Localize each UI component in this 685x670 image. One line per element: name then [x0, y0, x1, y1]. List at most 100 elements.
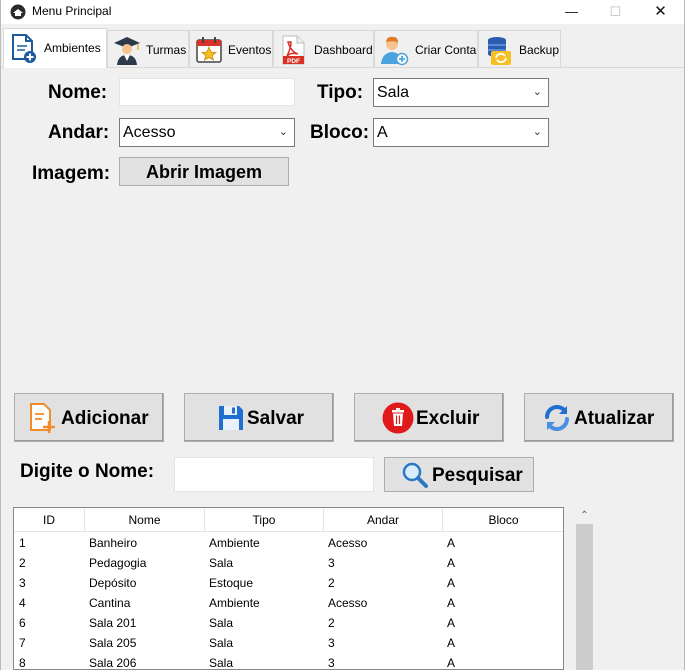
cell-nome: Sala 201: [89, 616, 137, 630]
document-add-icon: [30, 403, 55, 433]
cell-id: 2: [19, 556, 26, 570]
cell-tipo: Ambiente: [209, 536, 260, 550]
table-row[interactable]: 4 Cantina Ambiente Acesso A: [14, 593, 563, 613]
tab-dashboard[interactable]: PDF Dashboard: [273, 30, 374, 67]
table-row[interactable]: 2 Pedagogia Sala 3 A: [14, 553, 563, 573]
column-header-andar[interactable]: Andar: [324, 508, 443, 532]
cell-andar: 2: [328, 616, 335, 630]
cell-nome: Cantina: [89, 596, 131, 610]
tab-label: Ambientes: [44, 41, 101, 55]
trash-icon: [382, 402, 414, 434]
graduate-icon: [114, 37, 140, 65]
cell-nome: Pedagogia: [89, 556, 147, 570]
tab-label: Turmas: [146, 43, 187, 57]
add-user-icon: [381, 36, 409, 66]
tab-turmas[interactable]: Turmas: [107, 30, 189, 67]
cell-tipo: Sala: [209, 616, 234, 630]
chevron-down-icon: ⌄: [532, 126, 542, 138]
cell-bloco: A: [447, 596, 456, 610]
document-add-icon: [12, 34, 36, 63]
pdf-icon: PDF: [282, 35, 305, 65]
bloco-label: Bloco:: [310, 122, 370, 143]
cell-bloco: A: [447, 536, 456, 550]
nome-input[interactable]: [119, 78, 295, 106]
bloco-select[interactable]: A ⌄: [373, 118, 549, 147]
tab-criar-conta[interactable]: Criar Conta: [374, 30, 478, 67]
ambientes-table[interactable]: ID Nome Tipo Andar Bloco 1 Banheiro Ambien…: [13, 507, 564, 670]
cell-andar: Acesso: [328, 596, 368, 610]
tab-label: Dashboard: [314, 43, 373, 57]
maximize-button[interactable]: ☐: [593, 0, 638, 24]
salvar-label: Salvar: [247, 408, 305, 429]
scroll-up-arrow-icon[interactable]: ⌃: [574, 507, 595, 524]
cell-andar: 2: [328, 576, 335, 590]
tab-eventos[interactable]: Eventos: [189, 30, 273, 67]
refresh-icon: [545, 405, 569, 431]
calendar-star-icon: [196, 37, 222, 63]
cell-andar: 3: [328, 656, 335, 670]
cell-andar: 3: [328, 556, 335, 570]
table-row[interactable]: 1 Banheiro Ambiente Acesso A: [14, 533, 563, 553]
cell-tipo: Sala: [209, 656, 234, 670]
cell-id: 4: [19, 596, 26, 610]
tab-label: Eventos: [228, 43, 272, 57]
tab-backup[interactable]: Backup: [478, 30, 561, 67]
table-row[interactable]: 7 Sala 205 Sala 3 A: [14, 633, 563, 653]
tipo-select[interactable]: Sala ⌄: [373, 78, 549, 107]
scroll-thumb[interactable]: [576, 524, 593, 670]
pesquisar-button[interactable]: Pesquisar: [384, 457, 534, 492]
title-bar[interactable]: Menu Principal — ☐ ✕: [1, 0, 684, 24]
cell-andar: 3: [328, 636, 335, 650]
nome-label: Nome:: [48, 82, 108, 103]
table-scrollbar[interactable]: ⌃: [574, 507, 595, 670]
andar-label: Andar:: [48, 122, 110, 143]
cell-tipo: Sala: [209, 556, 234, 570]
close-button[interactable]: ✕: [638, 0, 683, 24]
column-header-nome[interactable]: Nome: [85, 508, 205, 532]
column-header-id[interactable]: ID: [14, 508, 85, 532]
cell-tipo: Ambiente: [209, 596, 260, 610]
column-header-tipo[interactable]: Tipo: [205, 508, 324, 532]
table-header: ID Nome Tipo Andar Bloco: [14, 508, 563, 532]
cell-id: 6: [19, 616, 26, 630]
abrir-imagem-button[interactable]: Abrir Imagem: [119, 157, 289, 186]
table-row[interactable]: 3 Depósito Estoque 2 A: [14, 573, 563, 593]
adicionar-button[interactable]: Adicionar: [14, 393, 164, 442]
table-row[interactable]: 8 Sala 206 Sala 3 A: [14, 653, 563, 670]
andar-select-value: Acesso: [123, 124, 176, 141]
atualizar-label: Atualizar: [574, 408, 655, 429]
chevron-down-icon: ⌄: [532, 86, 542, 98]
minimize-button[interactable]: —: [549, 0, 594, 24]
window-title: Menu Principal: [32, 4, 112, 18]
excluir-button[interactable]: Excluir: [354, 393, 504, 442]
main-window: Menu Principal — ☐ ✕ Ambientes Turmas Ev…: [0, 0, 685, 670]
cell-bloco: A: [447, 576, 456, 590]
app-icon: [10, 4, 26, 20]
svg-text:PDF: PDF: [287, 58, 300, 65]
floppy-disk-icon: [219, 406, 243, 430]
cell-nome: Depósito: [89, 576, 137, 590]
search-label: Digite o Nome:: [20, 461, 155, 482]
cell-bloco: A: [447, 556, 456, 570]
salvar-button[interactable]: Salvar: [184, 393, 334, 442]
tab-label: Backup: [519, 43, 560, 57]
cell-bloco: A: [447, 636, 456, 650]
cell-nome: Sala 205: [89, 636, 137, 650]
search-input[interactable]: [174, 457, 374, 492]
tab-label: Criar Conta: [415, 43, 477, 57]
chevron-down-icon: ⌄: [278, 126, 288, 138]
database-backup-icon: [488, 37, 511, 65]
andar-select[interactable]: Acesso ⌄: [119, 118, 295, 147]
cell-andar: Acesso: [328, 536, 368, 550]
cell-bloco: A: [447, 656, 456, 670]
cell-nome: Banheiro: [89, 536, 138, 550]
tipo-label: Tipo:: [317, 82, 364, 103]
table-row[interactable]: 6 Sala 201 Sala 2 A: [14, 613, 563, 633]
column-header-bloco[interactable]: Bloco: [443, 508, 563, 532]
atualizar-button[interactable]: Atualizar: [524, 393, 674, 442]
cell-tipo: Sala: [209, 636, 234, 650]
tab-bar: Ambientes Turmas Eventos PDF Dashboard C…: [1, 28, 684, 68]
tab-ambientes[interactable]: Ambientes: [3, 28, 107, 68]
cell-id: 8: [19, 656, 26, 670]
tipo-select-value: Sala: [377, 84, 410, 101]
